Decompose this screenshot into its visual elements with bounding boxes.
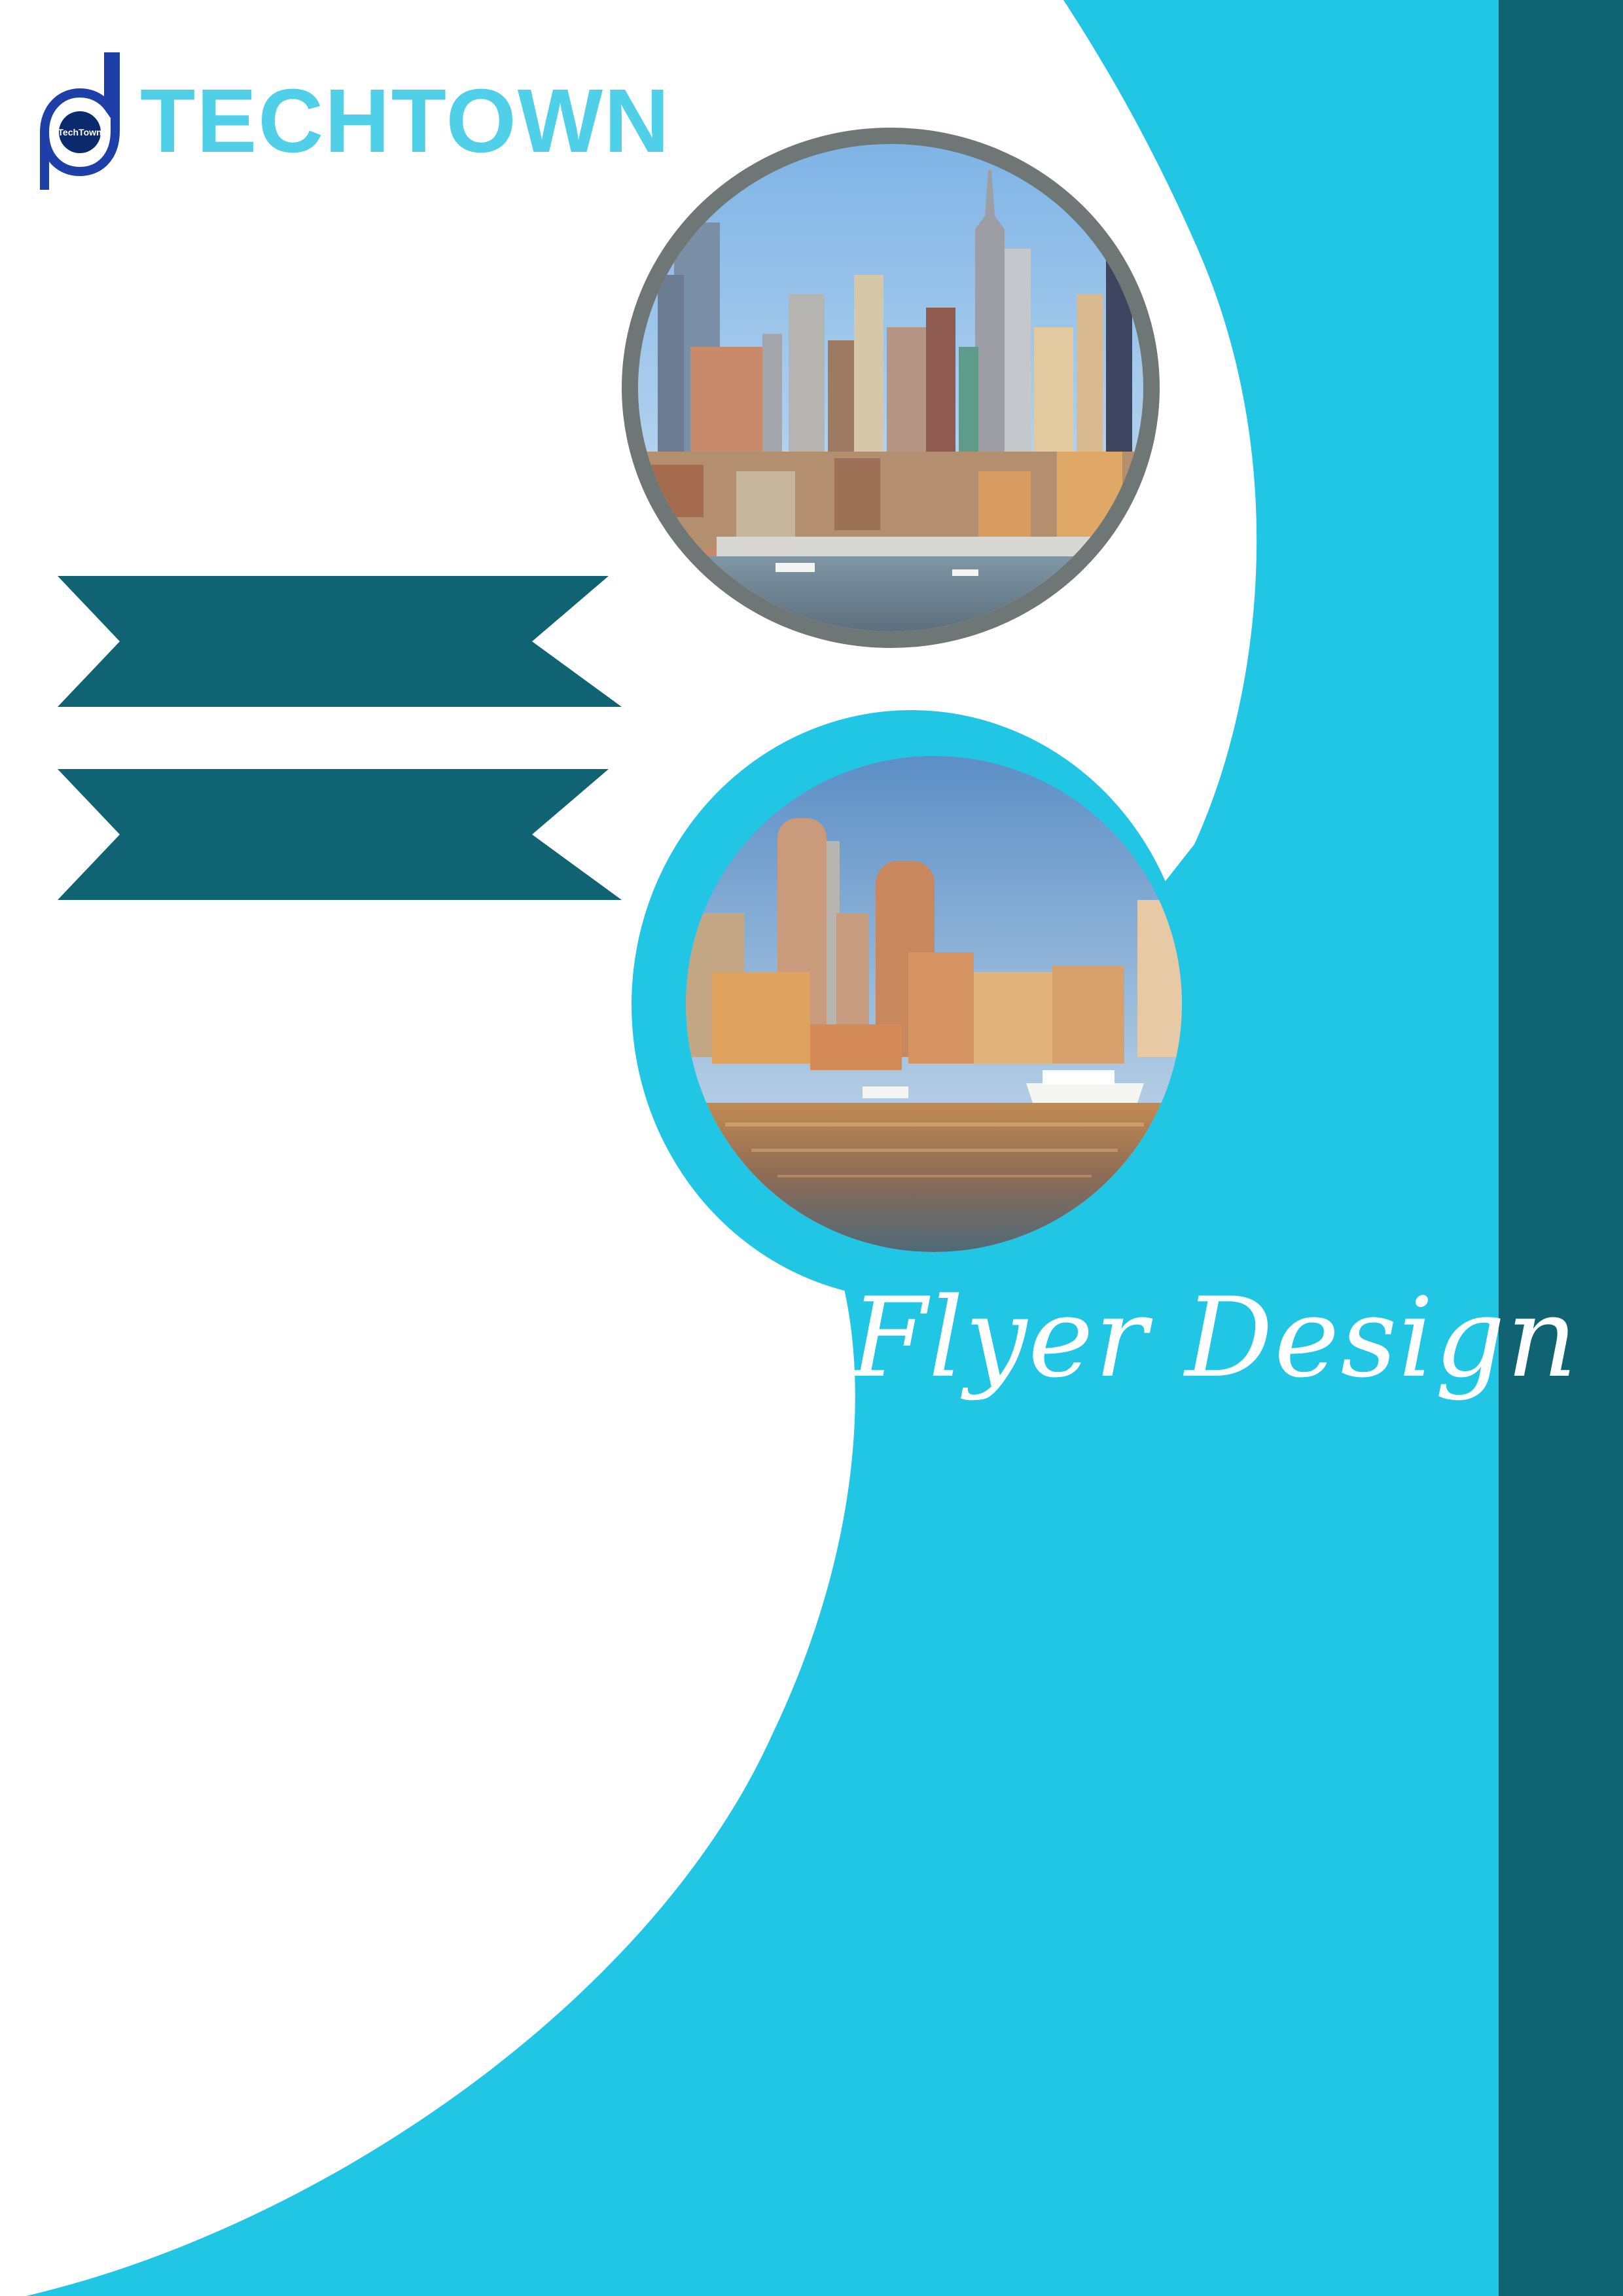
harbor-photo (686, 756, 1182, 1252)
flyer-title: Flyer Design (851, 1274, 1579, 1402)
logo-text: TechTown (58, 127, 101, 137)
pd-monogram-icon: TechTown (39, 52, 120, 190)
brand-header: TechTown TECHTOWN (31, 39, 671, 203)
flyer-page: TechTown TECHTOWN Flyer Design (0, 0, 1623, 2296)
teal-side-band (1499, 0, 1623, 2296)
ribbon-banner-top (58, 576, 622, 707)
brand-name: TECHTOWN (140, 71, 671, 171)
ribbon-banner-bottom (58, 769, 622, 900)
skyline-photo (638, 144, 1143, 632)
